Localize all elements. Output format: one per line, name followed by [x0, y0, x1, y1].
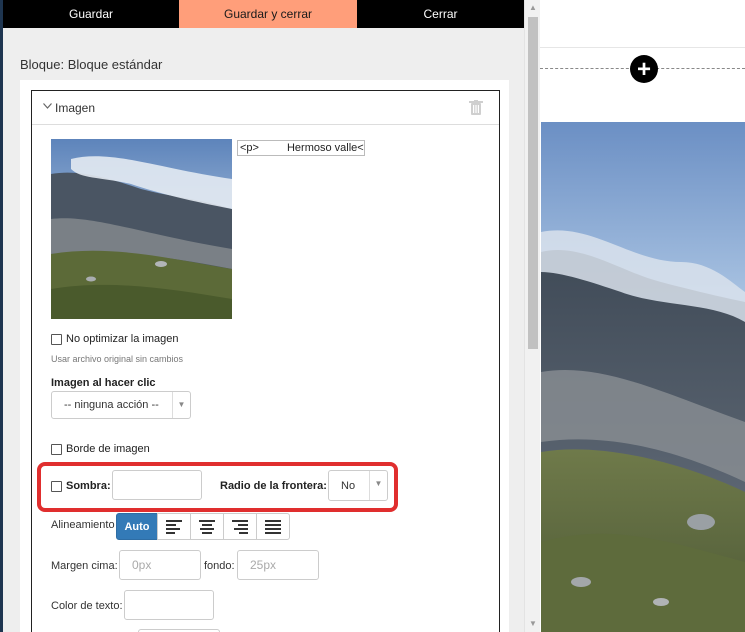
alignment-label: Alineamiento	[51, 519, 115, 531]
align-left-icon	[166, 519, 182, 534]
text-color-label: Color de texto:	[51, 600, 123, 612]
chevron-down-icon[interactable]	[43, 101, 53, 111]
align-right-icon	[232, 519, 248, 534]
editor-toolbar: Guardar Guardar y cerrar Cerrar	[3, 0, 524, 28]
no-optimize-label: No optimizar la imagen	[66, 333, 179, 345]
image-click-label: Imagen al hacer clic	[51, 377, 156, 389]
scroll-thumb[interactable]	[528, 17, 538, 349]
image-border-label: Borde de imagen	[66, 443, 150, 455]
close-button[interactable]: Cerrar	[357, 0, 524, 28]
save-and-close-button[interactable]: Guardar y cerrar	[179, 0, 357, 28]
border-radius-value: No	[341, 479, 356, 492]
caption-field[interactable]: <p> Hermoso valle<	[237, 140, 365, 156]
margin-top-label: Margen cima:	[51, 560, 118, 572]
block-title: Bloque: Bloque estándar	[20, 57, 163, 72]
caption-text: Hermoso valle<	[286, 142, 364, 154]
no-optimize-row[interactable]: No optimizar la imagen	[51, 333, 179, 345]
align-auto-button[interactable]: Auto	[116, 513, 158, 540]
image-border-checkbox[interactable]	[51, 443, 62, 455]
alignment-buttons: Auto	[116, 513, 290, 540]
shadow-input[interactable]	[112, 470, 202, 500]
caption-tag: <p>	[240, 142, 259, 154]
preview-divider	[540, 47, 745, 48]
no-optimize-checkbox[interactable]	[51, 333, 62, 345]
no-optimize-note: Usar archivo original sin cambios	[51, 354, 184, 364]
image-thumbnail[interactable]	[51, 139, 232, 319]
scroll-down-arrow-icon[interactable]: ▼	[525, 616, 541, 632]
chevron-down-icon: ▼	[172, 392, 190, 418]
margin-top-input[interactable]: 0px	[119, 550, 201, 580]
align-justify-button[interactable]	[256, 513, 290, 540]
trash-icon[interactable]	[469, 100, 483, 116]
chevron-down-icon: ▼	[369, 471, 387, 500]
save-button[interactable]: Guardar	[3, 0, 179, 28]
shadow-row[interactable]: Sombra:	[51, 480, 111, 492]
block-editor-panel: Guardar Guardar y cerrar Cerrar Bloque: …	[0, 0, 524, 632]
add-block-button[interactable]: +	[630, 55, 658, 83]
text-color-input[interactable]	[124, 590, 214, 620]
editor-scrollbar[interactable]: ▲ ▼	[524, 0, 540, 632]
image-panel-title: Imagen	[55, 101, 96, 115]
image-border-row[interactable]: Borde de imagen	[51, 443, 150, 455]
align-center-button[interactable]	[190, 513, 224, 540]
image-click-value: -- ninguna acción --	[64, 399, 159, 411]
border-radius-select[interactable]: No ▼	[328, 470, 388, 501]
plus-circle-icon: +	[636, 55, 651, 83]
shadow-checkbox[interactable]	[51, 480, 62, 492]
shadow-label: Sombra:	[66, 480, 111, 492]
mountain-picture	[541, 122, 745, 632]
image-panel: Imagen <p> Hermoso valle< No optimizar l…	[31, 90, 500, 632]
margin-bottom-label: fondo:	[204, 560, 235, 572]
align-right-button[interactable]	[223, 513, 257, 540]
border-radius-label: Radio de la frontera:	[220, 480, 327, 492]
thumbnail-picture	[51, 139, 232, 319]
align-justify-icon	[265, 519, 281, 534]
align-center-icon	[199, 519, 215, 534]
image-click-select[interactable]: -- ninguna acción -- ▼	[51, 391, 191, 419]
margin-bottom-input[interactable]: 25px	[237, 550, 319, 580]
preview-mountain-image	[541, 122, 745, 632]
screen: + ▲ ▼ Guardar Guardar y cerrar Cerrar Bl…	[0, 0, 745, 632]
align-left-button[interactable]	[157, 513, 191, 540]
scroll-up-arrow-icon[interactable]: ▲	[525, 0, 541, 16]
image-panel-header[interactable]: Imagen	[32, 91, 499, 125]
